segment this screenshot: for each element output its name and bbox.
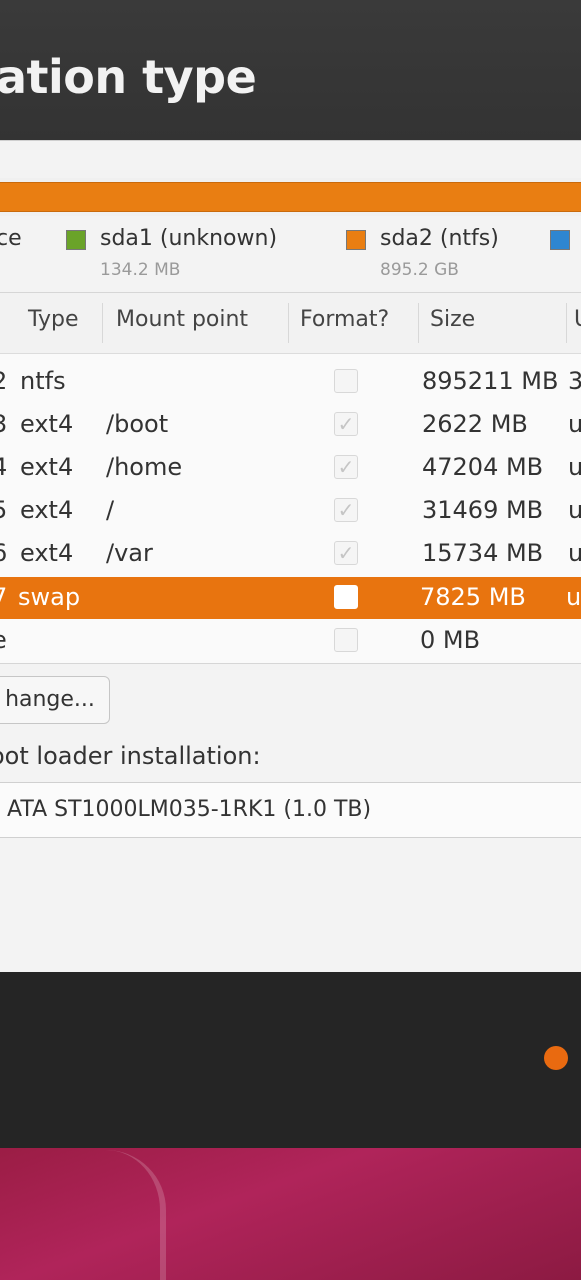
row-size: 0 MB [420, 626, 481, 654]
column-divider [102, 303, 103, 343]
column-header-format[interactable]: Format? [300, 307, 389, 332]
row-type: ext4 [20, 496, 74, 524]
row-used: u [568, 453, 581, 481]
legend-label: ce [0, 226, 22, 251]
row-type: ext4 [20, 453, 74, 481]
format-checkbox: ✓ [334, 498, 358, 522]
bootloader-device-value: ATA ST1000LM035-1RK1 (1.0 TB) [7, 797, 372, 822]
column-divider [566, 303, 567, 343]
bootloader-label: oot loader installation: [0, 742, 261, 770]
window-footer [0, 972, 581, 1148]
row-used: u [566, 583, 581, 611]
table-row[interactable]: 2 ntfs 895211 MB 3 [0, 361, 581, 403]
row-size: 895211 MB [422, 367, 559, 395]
table-row[interactable]: e 0 MB [0, 620, 581, 662]
row-number: 3 [0, 410, 7, 438]
legend-swatch-next [550, 230, 570, 250]
row-number: 7 [0, 583, 7, 611]
row-size: 2622 MB [422, 410, 528, 438]
column-divider [418, 303, 419, 343]
row-type: swap [18, 583, 81, 611]
row-number: e [0, 626, 7, 654]
column-header-used[interactable]: U [574, 307, 581, 332]
row-size: 31469 MB [422, 496, 544, 524]
format-checkbox[interactable] [334, 585, 358, 609]
format-checkbox [334, 628, 358, 652]
table-row-selected[interactable]: 7 swap 7825 MB u [0, 577, 581, 619]
row-mount-point: /home [106, 453, 183, 481]
format-checkbox [334, 369, 358, 393]
window-title-bar: ation type [0, 0, 581, 140]
bootloader-device-select[interactable]: ATA ST1000LM035-1RK1 (1.0 TB) [0, 782, 581, 838]
row-type: ext4 [20, 410, 74, 438]
row-type: ext4 [20, 539, 74, 567]
row-number: 6 [0, 539, 7, 567]
table-header: Type Mount point Format? Size U [0, 293, 581, 354]
row-number: 5 [0, 496, 7, 524]
row-size: 47204 MB [422, 453, 544, 481]
legend-size: 134.2 MB [100, 260, 181, 280]
row-mount-point: /boot [106, 410, 169, 438]
column-header-type[interactable]: Type [28, 307, 79, 332]
row-type: ntfs [20, 367, 66, 395]
row-used: u [568, 539, 581, 567]
row-number: 2 [0, 367, 7, 395]
page-title: ation type [0, 50, 257, 104]
format-checkbox: ✓ [334, 455, 358, 479]
table-row[interactable]: 5 ext4 / ✓ 31469 MB u [0, 490, 581, 532]
legend-label: sda1 (unknown) [100, 226, 278, 251]
wallpaper-decoration [40, 1150, 166, 1280]
change-button[interactable]: hange... [0, 676, 110, 724]
column-header-mount-point[interactable]: Mount point [116, 307, 248, 332]
table-row[interactable]: 6 ext4 /var ✓ 15734 MB u [0, 533, 581, 575]
row-used: u [568, 410, 581, 438]
row-mount-point: / [106, 496, 115, 524]
row-size: 7825 MB [420, 583, 526, 611]
table-row[interactable]: 3 ext4 /boot ✓ 2622 MB u [0, 404, 581, 446]
format-checkbox: ✓ [334, 541, 358, 565]
partition-legend: ce sda1 (unknown) 134.2 MB sda2 (ntfs) 8… [0, 226, 581, 288]
row-mount-point: /var [106, 539, 153, 567]
row-size: 15734 MB [422, 539, 544, 567]
disk-usage-fill [0, 182, 581, 212]
legend-swatch-sda1 [66, 230, 86, 250]
row-number: 4 [0, 453, 7, 481]
legend-swatch-sda2 [346, 230, 366, 250]
progress-dot-icon [544, 1046, 568, 1070]
legend-label: sda2 (ntfs) [380, 226, 499, 251]
column-header-size[interactable]: Size [430, 307, 475, 332]
row-used: 3 [568, 367, 581, 395]
partition-table[interactable]: Type Mount point Format? Size U 2 ntfs 8… [0, 292, 581, 664]
column-divider [288, 303, 289, 343]
disk-usage-bar [0, 178, 581, 216]
legend-size: 895.2 GB [380, 260, 459, 280]
table-row[interactable]: 4 ext4 /home ✓ 47204 MB u [0, 447, 581, 489]
row-used: u [568, 496, 581, 524]
format-checkbox: ✓ [334, 412, 358, 436]
